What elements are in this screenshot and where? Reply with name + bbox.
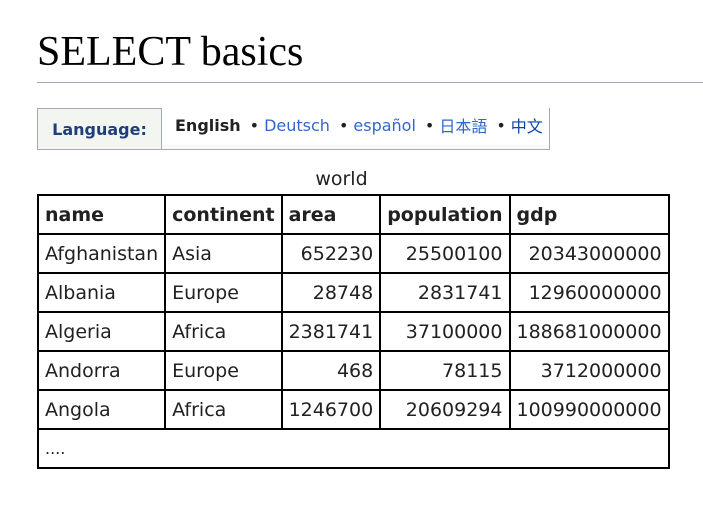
language-link-japanese[interactable]: 日本語 <box>439 113 487 137</box>
world-table: name continent area population gdp Afgha… <box>36 194 670 469</box>
cell-continent: Africa <box>164 389 283 430</box>
cell-area: 28748 <box>280 272 382 313</box>
language-separator: • <box>249 115 260 135</box>
table-row: Afghanistan Asia 652230 25500100 2034300… <box>36 233 670 274</box>
cell-continent: Africa <box>164 311 283 352</box>
cell-population: 2831741 <box>379 272 511 313</box>
language-list: English • Deutsch • español • 日本語 • 中文 <box>162 105 549 145</box>
cell-name: Algeria <box>36 311 167 352</box>
language-label: Language: <box>38 109 162 149</box>
cell-population: 20609294 <box>379 389 511 430</box>
cell-area: 2381741 <box>280 311 382 352</box>
language-separator: • <box>496 115 506 135</box>
table-row-more: .... <box>37 428 670 469</box>
column-header-continent: continent <box>164 194 283 235</box>
cell-area: 652230 <box>280 233 382 274</box>
table-row: Andorra Europe 468 78115 3712000000 <box>36 350 670 391</box>
cell-continent: Europe <box>164 272 283 313</box>
language-separator: • <box>338 115 349 135</box>
table-row: Angola Africa 1246700 20609294 100990000… <box>36 389 670 430</box>
cell-area: 1246700 <box>280 389 382 430</box>
cell-gdp: 12960000000 <box>508 272 670 313</box>
table-row: Algeria Africa 2381741 37100000 18868100… <box>36 311 670 352</box>
cell-population: 25500100 <box>379 233 511 274</box>
table-header-row: name continent area population gdp <box>36 194 670 235</box>
cell-population: 78115 <box>379 350 511 391</box>
column-header-name: name <box>36 194 167 235</box>
more-rows-indicator: .... <box>37 428 670 469</box>
cell-gdp: 20343000000 <box>508 233 670 274</box>
cell-name: Albania <box>36 272 167 313</box>
cell-area: 468 <box>280 350 382 391</box>
column-header-gdp: gdp <box>508 194 670 235</box>
language-link-chinese[interactable]: 中文 <box>511 113 543 137</box>
page-title: SELECT basics <box>37 29 304 75</box>
cell-name: Afghanistan <box>36 233 167 274</box>
cell-gdp: 3712000000 <box>508 350 670 391</box>
table-row: Albania Europe 28748 2831741 12960000000 <box>36 272 670 313</box>
cell-population: 37100000 <box>379 311 511 352</box>
language-current: English <box>175 115 241 135</box>
language-link-deutsch[interactable]: Deutsch <box>264 116 330 135</box>
language-bar: Language: English • Deutsch • español • … <box>37 105 550 150</box>
cell-name: Angola <box>36 389 167 430</box>
language-separator: • <box>424 115 435 135</box>
column-header-population: population <box>379 194 511 235</box>
cell-gdp: 100990000000 <box>508 389 670 430</box>
table-caption: world <box>315 168 368 190</box>
cell-gdp: 188681000000 <box>508 311 670 352</box>
column-header-area: area <box>280 194 382 235</box>
title-divider <box>37 82 703 83</box>
cell-continent: Europe <box>164 350 283 391</box>
cell-name: Andorra <box>36 350 167 391</box>
cell-continent: Asia <box>164 233 283 274</box>
language-link-espanol[interactable]: español <box>353 116 416 135</box>
